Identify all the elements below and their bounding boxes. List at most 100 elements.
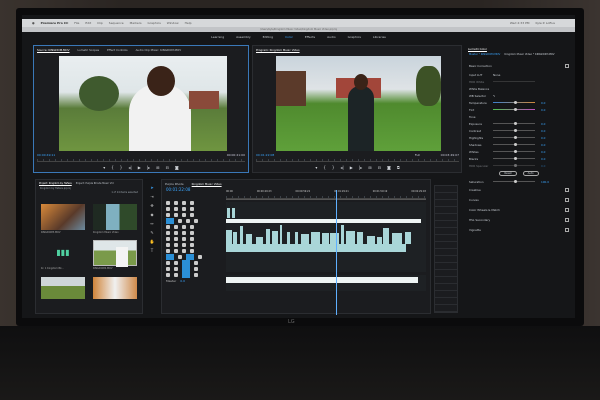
video-clip[interactable] [279, 224, 283, 244]
hdr-white-slider[interactable] [493, 81, 535, 82]
project-item[interactable] [93, 204, 137, 230]
compare-icon[interactable]: ⧉ [397, 165, 400, 170]
ws-assembly[interactable]: Assembly [236, 35, 250, 43]
playhead[interactable] [336, 190, 337, 315]
video-clip[interactable] [322, 233, 329, 244]
tone-value[interactable]: 0.0 [541, 143, 545, 147]
overwrite-icon[interactable]: ⊟ [166, 165, 169, 170]
saturation-slider[interactable] [493, 179, 535, 183]
ws-graphics[interactable]: Graphics [348, 35, 361, 43]
tone-value[interactable]: 0.0 [541, 164, 545, 168]
camera-icon[interactable]: ◙ [175, 165, 179, 170]
hand-icon[interactable]: ✋ [146, 239, 158, 248]
tab-source[interactable]: Source: KINGDOM.MOV [37, 48, 70, 52]
tab-purple-rhode[interactable]: Purple Rhode [165, 182, 184, 186]
video-clip-row[interactable] [226, 244, 406, 252]
selection-tool-icon[interactable]: ➤ [146, 185, 158, 194]
lumetri-section[interactable]: Vignette [465, 225, 573, 235]
tint-slider[interactable] [493, 107, 535, 111]
menu-edit[interactable]: Edit [85, 21, 91, 25]
lumetri-section[interactable]: Color Wheels & Match [465, 205, 573, 215]
tab-effect-controls[interactable]: Effect Controls [107, 48, 128, 52]
video-clip[interactable] [255, 236, 263, 244]
eyedropper-icon[interactable]: ✎ [493, 94, 495, 98]
video-clip[interactable] [330, 233, 339, 244]
program-timecode[interactable]: 00:01:22:08 [256, 153, 274, 157]
tone-value[interactable]: 0.0 [541, 150, 545, 154]
insert-icon[interactable]: ⊞ [156, 165, 159, 170]
type-icon[interactable]: T [146, 248, 158, 257]
user-name[interactable]: Kyle P. Loftus [535, 21, 555, 25]
saturation-value[interactable]: 100.0 [541, 180, 549, 184]
tab-project-kingdom[interactable]: Project: Kingdom by Hafere [39, 182, 72, 185]
mark-out-icon[interactable]: } [332, 165, 335, 170]
video-clip[interactable] [376, 236, 383, 244]
camera-icon[interactable]: ◙ [387, 165, 391, 170]
video-clip[interactable] [266, 228, 270, 244]
project-item[interactable] [93, 277, 137, 299]
tint-value[interactable]: 0.0 [541, 108, 545, 112]
menu-markers[interactable]: Markers [130, 21, 142, 25]
menu-sequence[interactable]: Sequence [109, 21, 124, 25]
reset-button[interactable]: Reset [499, 171, 517, 176]
input-lut-dropdown[interactable]: None [493, 73, 500, 77]
video-clip[interactable] [271, 231, 278, 244]
video-clip[interactable] [383, 228, 389, 244]
step-back-icon[interactable]: ◂| [340, 165, 343, 170]
tab-lumetri-color[interactable]: Lumetri Color [468, 47, 487, 51]
menu-help[interactable]: Help [185, 21, 192, 25]
video-clip[interactable] [392, 233, 402, 244]
video-clip[interactable] [301, 234, 309, 244]
tab-program[interactable]: Program: Kingdom Music Video [256, 48, 300, 52]
video-clip[interactable] [294, 232, 299, 244]
project-item-selected[interactable] [93, 240, 137, 267]
video-clip[interactable] [340, 225, 344, 244]
section-checkbox[interactable] [565, 218, 569, 222]
section-checkbox[interactable] [565, 228, 569, 232]
program-scrubber[interactable] [256, 159, 459, 162]
video-clip[interactable] [404, 231, 411, 244]
slip-icon[interactable]: ↔ [146, 221, 158, 230]
tab-audio-clip-mixer[interactable]: Audio Clip Mixer: KINGDOM.MOV [136, 48, 181, 52]
video-clip[interactable] [286, 231, 290, 244]
lumetri-section[interactable]: Creative [465, 185, 573, 195]
project-item[interactable] [41, 204, 85, 230]
video-clip[interactable] [240, 225, 243, 244]
tone-slider[interactable] [493, 163, 535, 167]
razor-icon[interactable]: ◆ [146, 212, 158, 221]
video-clip[interactable] [356, 232, 364, 244]
pen-icon[interactable]: ✎ [146, 230, 158, 239]
menu-file[interactable]: File [74, 21, 79, 25]
ws-color[interactable]: Color [285, 35, 293, 43]
video-clip[interactable] [310, 231, 321, 244]
tone-slider[interactable] [493, 128, 535, 132]
tone-slider[interactable] [493, 149, 535, 153]
extract-icon[interactable]: ⊟ [378, 165, 381, 170]
lift-icon[interactable]: ⊞ [368, 165, 371, 170]
video-clip[interactable] [367, 236, 375, 244]
ws-learning[interactable]: Learning [211, 35, 224, 43]
video-clip[interactable] [226, 230, 232, 244]
menu-window[interactable]: Window [167, 21, 179, 25]
section-checkbox[interactable] [565, 198, 569, 202]
source-scrubber[interactable] [37, 159, 245, 162]
tone-slider[interactable] [493, 156, 535, 160]
tone-value[interactable]: 0.0 [541, 136, 545, 140]
basic-correction-checkbox[interactable] [565, 64, 569, 68]
video-clip[interactable] [233, 231, 238, 244]
app-menu[interactable]: Premiere Pro CC [41, 21, 69, 25]
project-item[interactable]: ▮▮▮ [41, 240, 85, 266]
tone-slider[interactable] [493, 135, 535, 139]
lumetri-sequence[interactable]: Kingdom Music Video * KINGDOM.MOV [504, 53, 554, 56]
ws-effects[interactable]: Effects [305, 35, 315, 43]
marker-icon[interactable]: ▾ [103, 165, 105, 170]
lumetri-section[interactable]: Curves [465, 195, 573, 205]
lumetri-clip[interactable]: Master * KINGDOM.MOV [469, 53, 500, 56]
step-back-icon[interactable]: ◂| [128, 165, 131, 170]
tone-slider[interactable] [493, 121, 535, 125]
temperature-slider[interactable] [493, 100, 535, 104]
mark-in-icon[interactable]: { [323, 165, 326, 170]
mark-in-icon[interactable]: { [111, 165, 114, 170]
play-icon[interactable]: ▶ [350, 165, 353, 170]
tab-kingdom-music-video[interactable]: Kingdom Music Video [192, 182, 222, 186]
